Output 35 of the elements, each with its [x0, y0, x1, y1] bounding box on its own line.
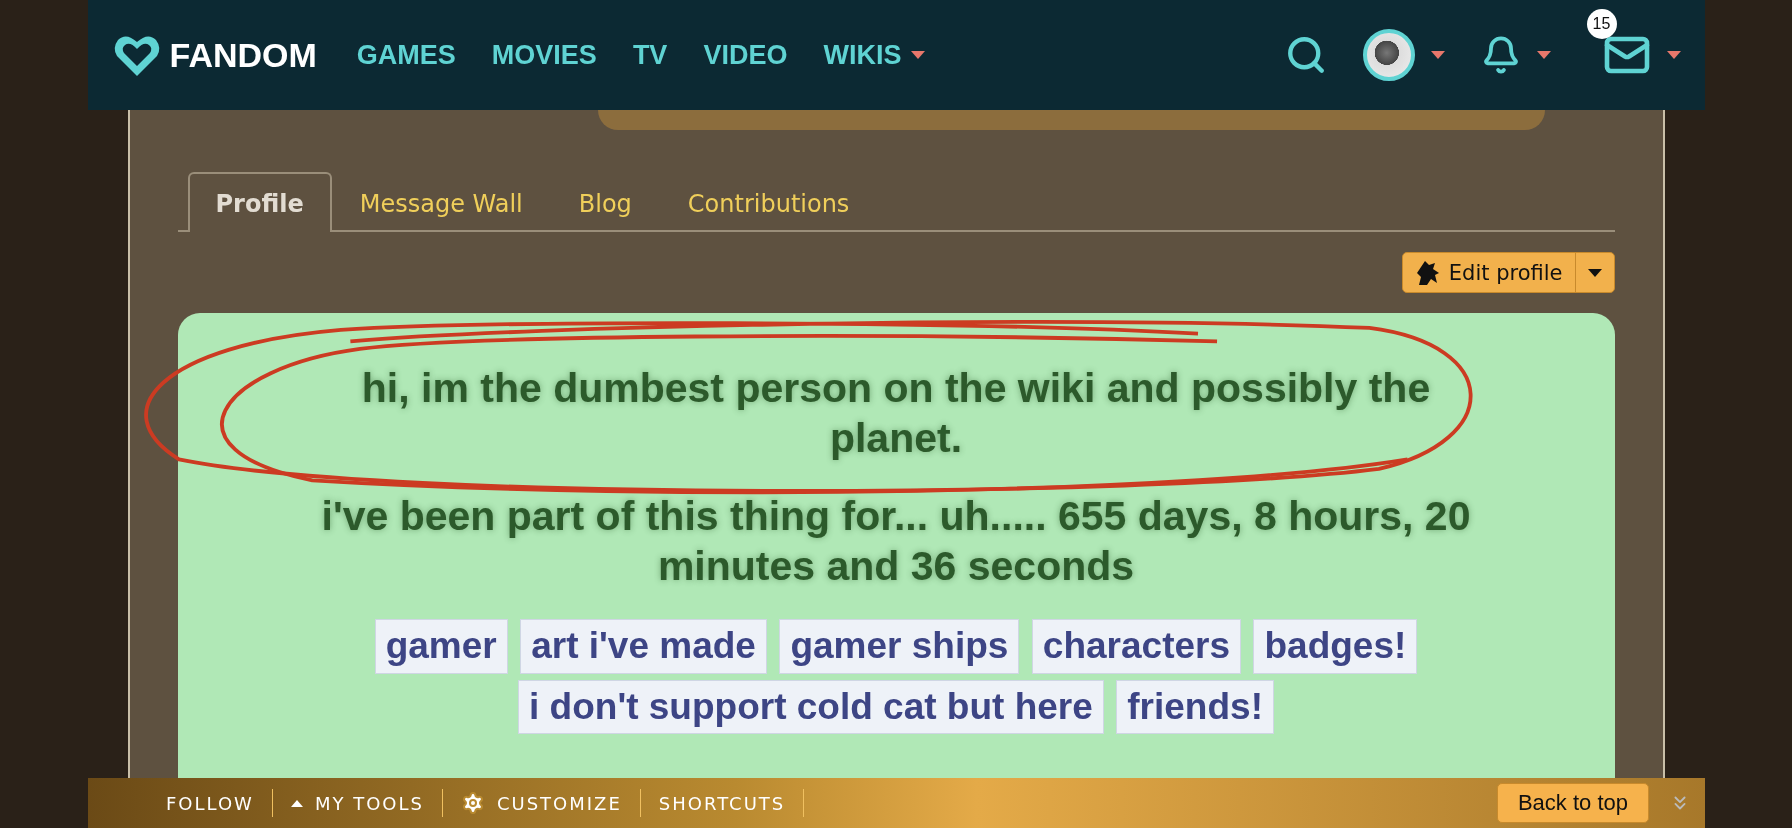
caret-icon — [1587, 268, 1602, 277]
tag-link[interactable]: gamer — [374, 619, 508, 674]
tag-link[interactable]: friends! — [1116, 679, 1274, 735]
back-to-top-button[interactable]: Back to top — [1496, 783, 1649, 823]
profile-tab[interactable]: Contributions — [659, 172, 878, 232]
profile-tab[interactable]: Blog — [550, 172, 660, 232]
nav-link[interactable]: GAMES — [356, 39, 456, 71]
notification-count: 15 — [1586, 9, 1617, 39]
tag-link[interactable]: badges! — [1253, 619, 1418, 674]
toolbar-item[interactable]: CUSTOMIZE — [442, 789, 641, 817]
bio-text: hi, im the dumbest person on the wiki and possibly the planet. — [360, 364, 1432, 463]
avatar-icon — [1362, 29, 1415, 81]
caret-icon — [1666, 51, 1681, 59]
edit-profile-button[interactable]: Edit profile — [1401, 252, 1615, 293]
caret-icon — [1430, 51, 1445, 59]
toolbar-item[interactable]: MY TOOLS — [272, 789, 443, 817]
messages-button[interactable]: 15 — [1586, 9, 1681, 79]
tag-link[interactable]: art i've made — [520, 619, 767, 674]
fandom-logo[interactable]: FANDOM — [111, 30, 317, 80]
toolbar-item[interactable]: FOLLOW — [148, 789, 273, 817]
caret-icon — [290, 799, 303, 807]
profile-tab[interactable]: Message Wall — [331, 172, 551, 232]
bio-text: i've been part of this thing for... uh..... 655 days, 8 hours, 20 minutes and 36 seconds — [320, 492, 1472, 592]
tag-link[interactable]: characters — [1031, 619, 1241, 674]
caret-icon — [1536, 51, 1551, 59]
nav-link[interactable]: MOVIES — [491, 39, 597, 71]
tag-link[interactable]: i don't support cold cat but here — [518, 679, 1104, 735]
logo-text: FANDOM — [169, 35, 317, 75]
tag-link[interactable]: gamer ships — [779, 619, 1020, 674]
user-menu-button[interactable] — [1362, 29, 1445, 81]
settings-icon — [460, 791, 485, 815]
nav-link[interactable]: TV — [632, 39, 668, 71]
profile-tab[interactable]: Profile — [187, 172, 332, 232]
nav-link[interactable]: WIKIS — [823, 39, 926, 71]
nav-link[interactable]: VIDEO — [703, 39, 788, 71]
